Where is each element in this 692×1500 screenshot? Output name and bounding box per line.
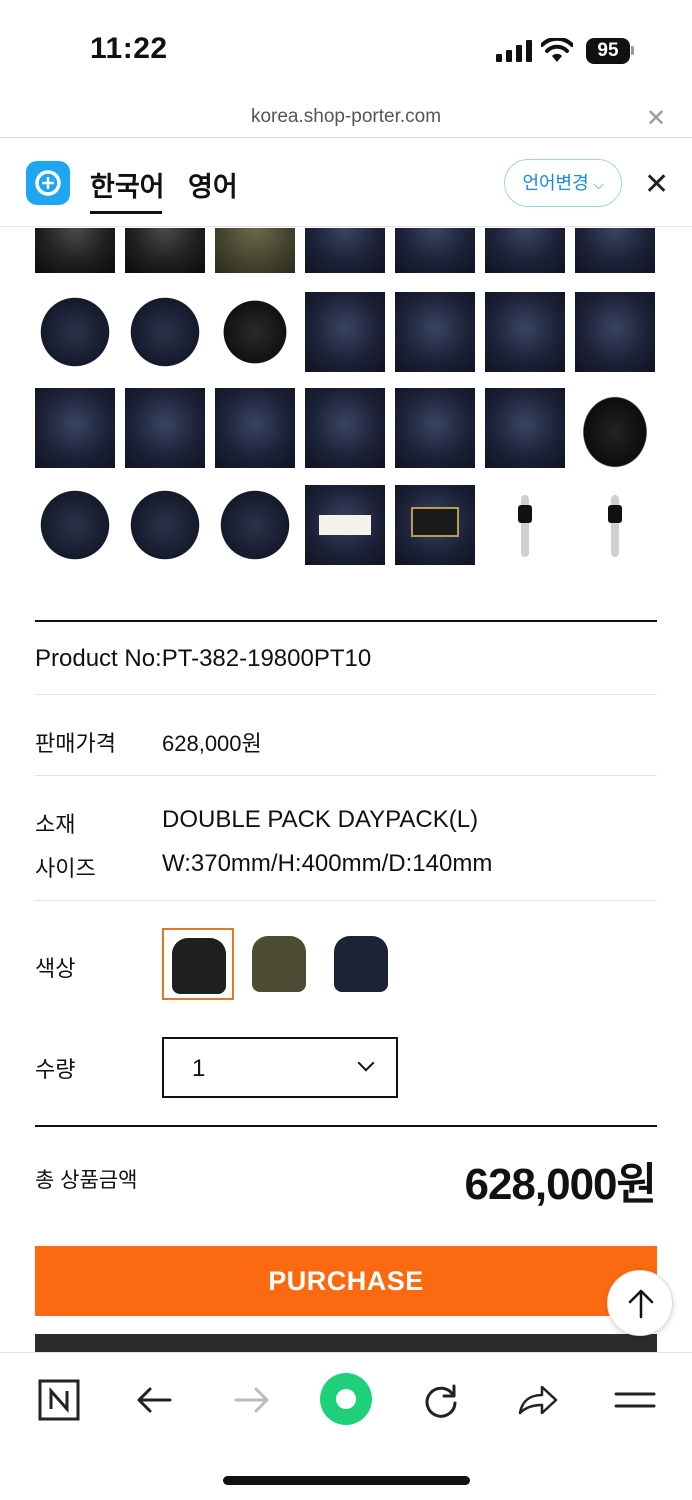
brand-patch — [411, 507, 459, 537]
product-thumbnail[interactable] — [305, 485, 385, 565]
product-thumbnail[interactable] — [395, 388, 475, 468]
translator-logo-icon — [26, 161, 70, 205]
product-thumbnail[interactable] — [305, 388, 385, 468]
tab-korean[interactable]: 한국어 — [90, 165, 165, 204]
change-language-label: 언어변경 — [522, 173, 589, 193]
scroll-to-top-button[interactable] — [607, 1270, 673, 1336]
product-thumbnail[interactable] — [485, 228, 565, 273]
product-image-grid — [0, 228, 692, 568]
naver-home-icon[interactable] — [34, 1375, 84, 1425]
total-label: 총 상품금액 — [35, 1169, 138, 1192]
color-option-black[interactable] — [162, 928, 234, 1000]
backpack-navy-swatch — [334, 936, 388, 992]
quantity-value: 1 — [192, 1055, 206, 1082]
wifi-icon — [541, 38, 573, 62]
product-thumbnail[interactable] — [305, 292, 385, 372]
product-thumbnail[interactable] — [215, 388, 295, 468]
chevron-down-icon: ⌵ — [593, 177, 604, 192]
row-divider — [35, 775, 657, 776]
product-thumbnail[interactable] — [575, 388, 655, 468]
product-thumbnail[interactable] — [125, 485, 205, 565]
product-thumbnail[interactable] — [485, 292, 565, 372]
total-price: 628,000원 — [464, 1160, 657, 1209]
color-option-navy[interactable] — [326, 928, 398, 1000]
section-divider — [35, 1125, 657, 1127]
material-label: 소재 — [35, 812, 76, 837]
menu-icon[interactable] — [610, 1375, 660, 1425]
product-thumbnail[interactable] — [35, 292, 115, 372]
cellular-signal-icon — [496, 40, 532, 62]
size-label: 사이즈 — [35, 856, 96, 881]
quantity-label: 수량 — [35, 1057, 76, 1082]
quantity-select[interactable]: 1 — [162, 1037, 398, 1098]
battery-icon: 95 — [586, 38, 630, 64]
backpack-olive-swatch — [252, 936, 306, 992]
url-close-icon[interactable]: ✕ — [646, 104, 666, 133]
product-thumbnail[interactable] — [575, 228, 655, 273]
arrow-up-icon — [628, 1289, 654, 1319]
status-bar: 11:22 95 — [0, 0, 692, 100]
back-arrow-icon[interactable] — [130, 1375, 180, 1425]
url-bar[interactable]: korea.shop-porter.com ✕ — [0, 100, 692, 138]
home-indicator — [223, 1476, 470, 1485]
row-divider — [35, 694, 657, 695]
product-thumbnail[interactable] — [125, 388, 205, 468]
translate-bar: 한국어 영어 언어변경 ⌵ ✕ — [0, 139, 692, 227]
backpack-black-swatch — [172, 938, 226, 994]
inner-label-patch — [319, 515, 371, 535]
change-language-button[interactable]: 언어변경 ⌵ — [504, 159, 622, 207]
price-label: 판매가격 — [35, 731, 116, 756]
forward-arrow-icon[interactable] — [226, 1375, 276, 1425]
product-thumbnail[interactable] — [215, 485, 295, 565]
product-thumbnail[interactable] — [395, 228, 475, 273]
purchase-button[interactable]: PURCHASE — [35, 1246, 657, 1316]
row-divider — [35, 900, 657, 901]
product-thumbnail[interactable] — [35, 228, 115, 273]
product-thumbnail[interactable] — [575, 292, 655, 372]
product-thumbnail[interactable] — [215, 228, 295, 273]
product-thumbnail[interactable] — [575, 485, 655, 565]
product-thumbnail[interactable] — [395, 292, 475, 372]
product-thumbnail[interactable] — [485, 485, 565, 565]
product-thumbnail[interactable] — [485, 388, 565, 468]
product-thumbnail[interactable] — [35, 485, 115, 565]
material-value: DOUBLE PACK DAYPACK(L) — [162, 806, 479, 833]
price-value: 628,000원 — [162, 731, 262, 756]
url-text[interactable]: korea.shop-porter.com — [0, 106, 692, 128]
product-number: Product No:PT-382-19800PT10 — [35, 645, 372, 672]
share-icon[interactable] — [512, 1375, 562, 1425]
secondary-button[interactable] — [35, 1334, 657, 1354]
size-value: W:370mm/H:400mm/D:140mm — [162, 850, 493, 877]
tab-english[interactable]: 영어 — [188, 165, 238, 204]
translate-close-icon[interactable]: ✕ — [644, 167, 669, 202]
section-divider — [35, 620, 657, 622]
tab-korean-underline — [90, 211, 162, 214]
product-thumbnail[interactable] — [125, 228, 205, 273]
battery-tip — [631, 46, 634, 55]
product-thumbnail[interactable] — [125, 292, 205, 372]
chevron-down-icon — [357, 1054, 375, 1072]
product-thumbnail[interactable] — [305, 228, 385, 273]
green-dot-home-icon[interactable] — [320, 1373, 372, 1425]
color-label: 색상 — [35, 956, 76, 981]
product-thumbnail[interactable] — [35, 388, 115, 468]
product-thumbnail[interactable] — [215, 292, 295, 372]
refresh-icon[interactable] — [416, 1375, 466, 1425]
color-option-olive[interactable] — [244, 928, 316, 1000]
product-thumbnail[interactable] — [395, 485, 475, 565]
status-time: 11:22 — [90, 32, 168, 65]
